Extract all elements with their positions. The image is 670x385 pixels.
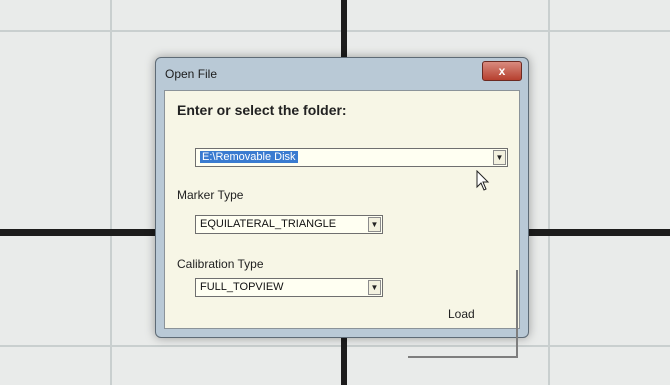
chevron-down-icon[interactable]: ▼ [368, 217, 381, 232]
calibration-type-select[interactable]: FULL_TOPVIEW ▼ [195, 278, 383, 297]
load-button[interactable]: Load [408, 270, 518, 358]
open-file-dialog: Open File x Enter or select the folder: … [155, 57, 529, 358]
screen-grid-line [0, 345, 670, 347]
chevron-down-icon[interactable]: ▼ [368, 280, 381, 295]
mouse-pointer-icon [476, 170, 490, 191]
dialog-body: Enter or select the folder: E:\Removable… [164, 90, 520, 358]
screen-grid-line [0, 30, 670, 32]
marker-type-select[interactable]: EQUILATERAL_TRIANGLE ▼ [195, 215, 383, 234]
calibration-type-label: Calibration Type [177, 257, 264, 271]
load-button-label: Load [448, 307, 475, 321]
calibration-type-value: FULL_TOPVIEW [200, 281, 284, 293]
close-icon: x [498, 64, 506, 78]
close-button[interactable]: x [482, 61, 522, 81]
window-title: Open File [165, 67, 218, 81]
folder-prompt-heading: Enter or select the folder: [177, 102, 347, 118]
chevron-down-icon[interactable]: ▼ [493, 150, 506, 165]
folder-combobox[interactable]: E:\Removable Disk ▼ [195, 148, 508, 167]
folder-value: E:\Removable Disk [200, 151, 298, 163]
screen-grid-line [110, 0, 112, 385]
marker-type-label: Marker Type [177, 188, 244, 202]
screen-grid-line [548, 0, 550, 385]
marker-type-value: EQUILATERAL_TRIANGLE [200, 218, 337, 230]
